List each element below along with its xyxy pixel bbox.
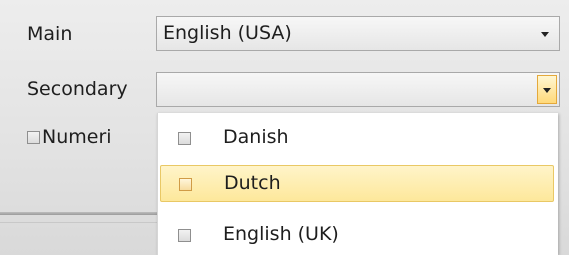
item-checkbox[interactable]	[179, 178, 192, 191]
chevron-down-icon[interactable]	[541, 32, 549, 37]
dropdown-item-danish[interactable]: Danish	[160, 120, 554, 157]
chevron-down-icon	[543, 88, 551, 93]
dropdown-item-label: Dutch	[224, 172, 281, 194]
main-language-combo[interactable]: English (USA)	[156, 16, 560, 51]
dropdown-item-label: English (UK)	[223, 223, 339, 245]
secondary-label: Secondary	[27, 78, 128, 100]
secondary-dropdown-button[interactable]	[537, 75, 557, 104]
numeric-checkbox-label: Numeri	[42, 126, 112, 148]
dropdown-item-label: Danish	[223, 126, 289, 148]
secondary-language-combo[interactable]	[156, 72, 560, 107]
numeric-checkbox[interactable]	[27, 131, 40, 144]
separator	[0, 212, 158, 215]
dropdown-item-dutch[interactable]: Dutch	[160, 165, 554, 202]
dropdown-item-english-uk[interactable]: English (UK)	[160, 217, 554, 254]
secondary-language-dropdown-list: Danish Dutch English (UK)	[157, 113, 558, 255]
separator	[0, 222, 158, 223]
main-language-value: English (USA)	[163, 22, 292, 44]
main-label: Main	[27, 23, 73, 45]
language-settings-panel: Main English (USA) Secondary Numeri Dani…	[0, 0, 569, 255]
item-checkbox[interactable]	[178, 229, 191, 242]
item-checkbox[interactable]	[178, 132, 191, 145]
